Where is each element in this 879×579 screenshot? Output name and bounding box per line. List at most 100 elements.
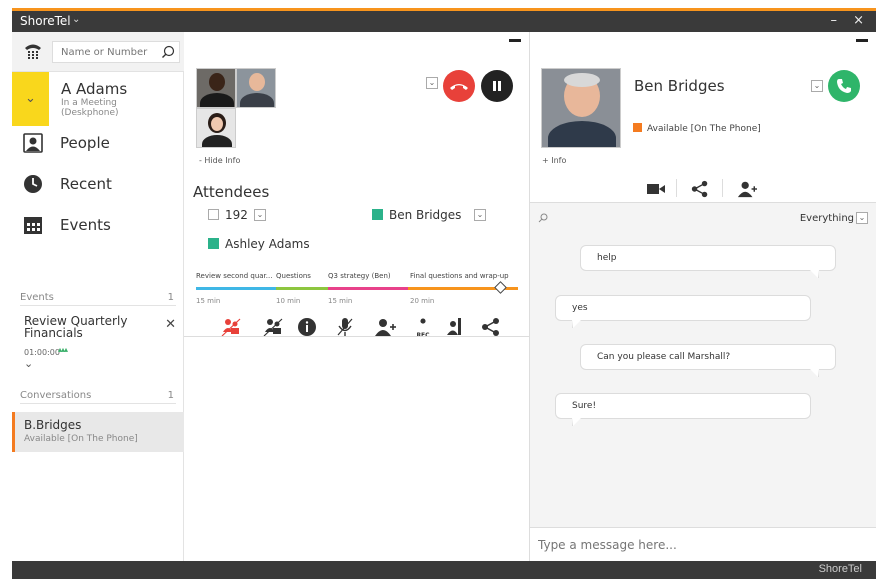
window-controls[interactable]: – × bbox=[830, 13, 870, 28]
events-section-header: Events 1 bbox=[20, 292, 176, 306]
attendee-dropdown[interactable]: ⌄ bbox=[474, 209, 486, 221]
agenda-item-label: Questions bbox=[276, 272, 311, 280]
video-icon[interactable] bbox=[646, 181, 666, 197]
message-compose bbox=[530, 527, 876, 561]
call-panel: - Hide Info ⌄ Attendees 192 ⌄ Ben Bridge… bbox=[184, 32, 530, 561]
status-bar: ShoreTel bbox=[12, 561, 876, 579]
hold-button[interactable] bbox=[481, 70, 513, 102]
user-presence-row[interactable]: ⌄ A Adams In a Meeting (Deskphone) bbox=[12, 72, 184, 126]
record-button[interactable]: REC bbox=[412, 316, 434, 339]
message-input[interactable] bbox=[538, 530, 868, 560]
presence-chevron-icon[interactable]: ⌄ bbox=[12, 72, 49, 126]
nav-item-recent[interactable]: Recent bbox=[12, 167, 184, 203]
info-icon[interactable] bbox=[296, 316, 318, 338]
avatar-attendee-1 bbox=[196, 68, 236, 108]
pause-icon bbox=[493, 81, 501, 91]
search-box bbox=[52, 41, 180, 63]
agenda-item-time: 15 min bbox=[328, 297, 353, 305]
contact-header: Ben Bridges Available [On The Phone] ⌄ +… bbox=[530, 32, 876, 203]
attendees-title: Attendees bbox=[193, 183, 270, 201]
nav-label-recent: Recent bbox=[60, 175, 112, 193]
nav-item-people[interactable]: People bbox=[12, 126, 184, 162]
conversation-item[interactable]: B.Bridges Available [On The Phone] bbox=[12, 412, 184, 452]
add-participant-icon[interactable] bbox=[736, 179, 758, 199]
search-input[interactable] bbox=[53, 42, 153, 62]
chevron-down-icon[interactable]: ⌄ bbox=[24, 357, 33, 370]
contact-avatar bbox=[541, 68, 621, 148]
contact-status: Available [On The Phone] bbox=[633, 123, 761, 134]
agenda-segment bbox=[196, 287, 276, 290]
agenda-timeline: Review second quar... Questions Q3 strat… bbox=[196, 272, 518, 312]
attendee-row[interactable]: Ben Bridges bbox=[372, 208, 461, 222]
hide-info-link[interactable]: - Hide Info bbox=[199, 156, 240, 165]
shoretel-logo: ShoreTel bbox=[818, 563, 862, 575]
share-icon[interactable] bbox=[480, 316, 502, 338]
minimize-icon[interactable] bbox=[856, 39, 868, 42]
agenda-item-time: 20 min bbox=[410, 297, 435, 305]
avatar-attendee-3 bbox=[196, 108, 236, 148]
chat-message-incoming: Sure! bbox=[555, 393, 811, 426]
conversations-section-header: Conversations 1 bbox=[20, 390, 176, 404]
dialpad-icon[interactable] bbox=[22, 40, 44, 62]
record-icon bbox=[420, 318, 426, 324]
agenda-item-time: 10 min bbox=[276, 297, 301, 305]
chat-message-incoming: yes bbox=[555, 295, 811, 328]
conference-icon[interactable] bbox=[262, 316, 284, 338]
chat-message-outgoing: Can you please call Marshall? bbox=[580, 344, 836, 377]
clock-icon bbox=[24, 175, 42, 193]
attendee-row[interactable]: Ashley Adams bbox=[208, 237, 310, 251]
checkbox[interactable] bbox=[208, 209, 219, 220]
divider bbox=[184, 336, 530, 337]
mute-mic-icon[interactable] bbox=[334, 316, 356, 338]
title-bar: ShoreTel ⌄ – × bbox=[12, 11, 876, 32]
agenda-item-label: Final questions and wrap-up bbox=[410, 272, 509, 280]
avatar-attendee-2 bbox=[236, 68, 276, 108]
share-icon[interactable] bbox=[690, 179, 710, 199]
chat-message-outgoing: help bbox=[580, 245, 836, 278]
plus-info-link[interactable]: + Info bbox=[542, 156, 566, 165]
user-name: A Adams bbox=[61, 80, 128, 98]
minimize-icon[interactable] bbox=[509, 39, 521, 42]
timeline-scrubber[interactable] bbox=[494, 281, 507, 294]
events-count: 1 bbox=[167, 292, 174, 303]
presence-square bbox=[372, 209, 383, 220]
conversation-name: B.Bridges bbox=[24, 418, 82, 432]
hangup-button[interactable] bbox=[443, 70, 475, 102]
call-button[interactable] bbox=[828, 70, 860, 102]
hangup-icon bbox=[450, 84, 468, 90]
app-menu-chevron-icon[interactable]: ⌄ bbox=[72, 14, 80, 25]
attendee-dropdown[interactable]: ⌄ bbox=[254, 209, 266, 221]
contact-options-dropdown[interactable]: ⌄ bbox=[811, 80, 823, 92]
calendar-icon bbox=[24, 217, 42, 234]
chat-area: Everything ⌄ help yes Can you please cal… bbox=[530, 203, 876, 527]
mute-all-icon[interactable] bbox=[220, 316, 242, 338]
search-icon[interactable] bbox=[538, 213, 548, 223]
separator bbox=[722, 179, 723, 197]
app-title: ShoreTel bbox=[20, 14, 71, 28]
call-toolbar: REC bbox=[214, 316, 514, 339]
nav-label-people: People bbox=[60, 134, 110, 152]
event-duration: 01:00:00 bbox=[24, 348, 60, 357]
contact-panel: Ben Bridges Available [On The Phone] ⌄ +… bbox=[530, 32, 876, 561]
presence-square bbox=[208, 238, 219, 249]
attendee-row[interactable]: 192 bbox=[208, 208, 248, 222]
conversation-status: Available [On The Phone] bbox=[24, 434, 138, 444]
chat-filter-label[interactable]: Everything bbox=[800, 213, 854, 224]
add-participant-icon[interactable] bbox=[374, 316, 396, 338]
chat-filter-dropdown[interactable]: ⌄ bbox=[856, 212, 868, 224]
agenda-segment bbox=[276, 287, 328, 290]
agenda-segment bbox=[328, 287, 408, 290]
call-options-dropdown[interactable]: ⌄ bbox=[426, 77, 438, 89]
user-status: In a Meeting (Deskphone) bbox=[61, 98, 119, 118]
presence-square bbox=[633, 123, 642, 132]
contact-toolbar bbox=[640, 179, 770, 199]
close-icon[interactable]: ✕ bbox=[165, 317, 176, 332]
sidebar: ⌄ A Adams In a Meeting (Deskphone) Peopl… bbox=[12, 32, 184, 561]
nav-item-events[interactable]: Events bbox=[12, 208, 184, 244]
event-card[interactable]: Review Quarterly Financials ✕ 01:00:00 ▴… bbox=[24, 315, 176, 375]
separator bbox=[676, 179, 677, 197]
nav-label-events: Events bbox=[60, 216, 111, 234]
app-body: ⌄ A Adams In a Meeting (Deskphone) Peopl… bbox=[12, 32, 876, 561]
search-icon[interactable] bbox=[161, 45, 175, 59]
transfer-icon[interactable] bbox=[444, 316, 466, 338]
